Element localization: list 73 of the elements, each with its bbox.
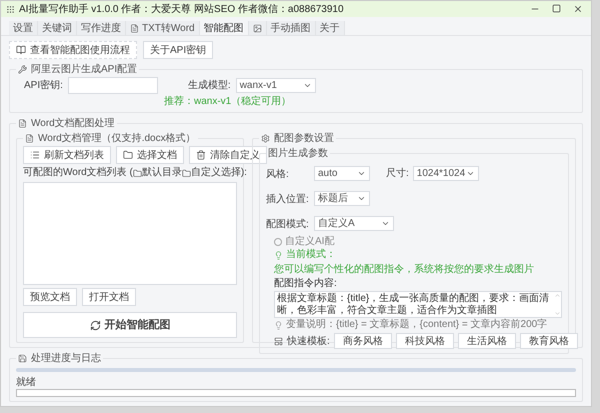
lightbulb-icon <box>274 250 283 260</box>
tab[interactable]: 手动插图 <box>266 21 316 35</box>
gear-icon <box>261 134 270 143</box>
tab[interactable]: 设置 <box>9 21 38 35</box>
preview-button[interactable]: 预览文档 <box>23 288 77 306</box>
template-button[interactable]: 商务风格 <box>334 333 392 349</box>
position-select[interactable]: 标题后 <box>314 190 370 206</box>
group-title: 处理进度与日志 <box>31 352 101 366</box>
template-button[interactable]: 生活风格 <box>458 333 516 349</box>
maximize-button[interactable] <box>552 4 561 13</box>
tab[interactable]: 写作进度 <box>77 21 126 35</box>
hint-text: 推荐：wanx-v1（稳定可用） <box>164 96 292 107</box>
folder-icon <box>182 168 191 178</box>
group-title: Word文档配图处理 <box>31 116 115 131</box>
open-button[interactable]: 打开文档 <box>82 288 136 306</box>
scroll-up-icon <box>554 292 560 299</box>
image-icon <box>252 24 262 32</box>
field-label: 生成模型: <box>188 78 231 93</box>
field-label: 配图模式: <box>266 219 309 230</box>
model-select[interactable]: wanx-v1 <box>236 78 316 93</box>
group-title: 图片生成参数 <box>268 146 328 161</box>
prompt-field[interactable]: 根据文章标题：{title}，生成一张高质量的配图，要求：画面清晰，色彩丰富，符合文章主题，适合作为文章插图 <box>274 291 562 318</box>
trash-icon <box>196 150 206 160</box>
book-icon <box>16 45 26 55</box>
tab[interactable] <box>248 21 267 35</box>
scroll-down-icon <box>554 310 560 317</box>
field-label: API密钥: <box>24 78 63 93</box>
lightbulb-icon <box>274 320 283 330</box>
group-title: 配图参数设置 <box>274 132 334 146</box>
field-label: 插入位置: <box>266 194 309 205</box>
list-icon <box>30 150 40 160</box>
status-text: 就绪 <box>16 377 36 388</box>
field-label: 尺寸: <box>386 166 409 180</box>
list-label: 可配图的Word文档列表 ( <box>23 167 133 179</box>
grid-icon <box>6 4 15 14</box>
window-title: AI批量写作助手 v1.0.0 作者：大爱天尊 网站SEO 作者微信：a088673910 <box>19 2 344 16</box>
mode-hint: 当前模式： <box>286 249 336 261</box>
hint-text: 您可以编写个性化的配图指令，系统将按您的要求生成图片 <box>274 264 534 275</box>
list-label: 自定义选择): <box>190 167 247 179</box>
size-select[interactable]: 1024*1024 <box>412 166 479 180</box>
document-icon <box>130 24 139 32</box>
list-label: 默认目录 <box>142 167 182 179</box>
radio-label: 自定义AI配 <box>285 236 334 248</box>
guide-button[interactable]: 查看智能配图使用流程 <box>9 41 137 59</box>
group-title: 阿里云图片生成API配置 <box>31 62 138 77</box>
toolbar-button[interactable]: 选择文档 <box>116 146 184 164</box>
api-info-button[interactable]: 关于API密钥 <box>143 41 214 59</box>
refresh-icon <box>90 320 100 330</box>
toolbar-button[interactable]: 刷新文档列表 <box>23 146 111 164</box>
template-button[interactable]: 教育风格 <box>520 333 578 349</box>
folder-icon <box>132 168 142 178</box>
tab[interactable]: TXT转Word <box>126 21 200 35</box>
tab[interactable]: 关于 <box>316 21 345 35</box>
template-icon <box>274 336 283 346</box>
tab[interactable]: 关键词 <box>38 21 77 35</box>
api-key-field[interactable] <box>68 77 158 94</box>
document-icon <box>18 119 27 128</box>
chevron-icon <box>302 81 312 90</box>
document-icon <box>25 134 34 143</box>
group-title: Word文档管理（仅支持.docx格式） <box>38 132 196 146</box>
prompt-label: 配图指令内容: <box>274 278 337 289</box>
folder-icon <box>123 150 133 160</box>
close-button[interactable] <box>573 4 583 14</box>
field-label: 快速模板: <box>287 334 330 348</box>
mode-select[interactable]: 自定义A <box>314 216 394 230</box>
style-select[interactable]: auto <box>314 166 370 180</box>
template-button[interactable]: 科技风格 <box>396 333 454 349</box>
variables-note: 变量说明：{title} = 文章标题，{content} = 文章内容前200字 <box>286 319 548 331</box>
save-icon <box>18 354 27 363</box>
field-label: 风格: <box>266 169 289 180</box>
radio-button[interactable] <box>274 238 282 246</box>
start-button[interactable]: 开始智能配图 <box>23 312 237 338</box>
wrench-icon <box>18 65 27 74</box>
